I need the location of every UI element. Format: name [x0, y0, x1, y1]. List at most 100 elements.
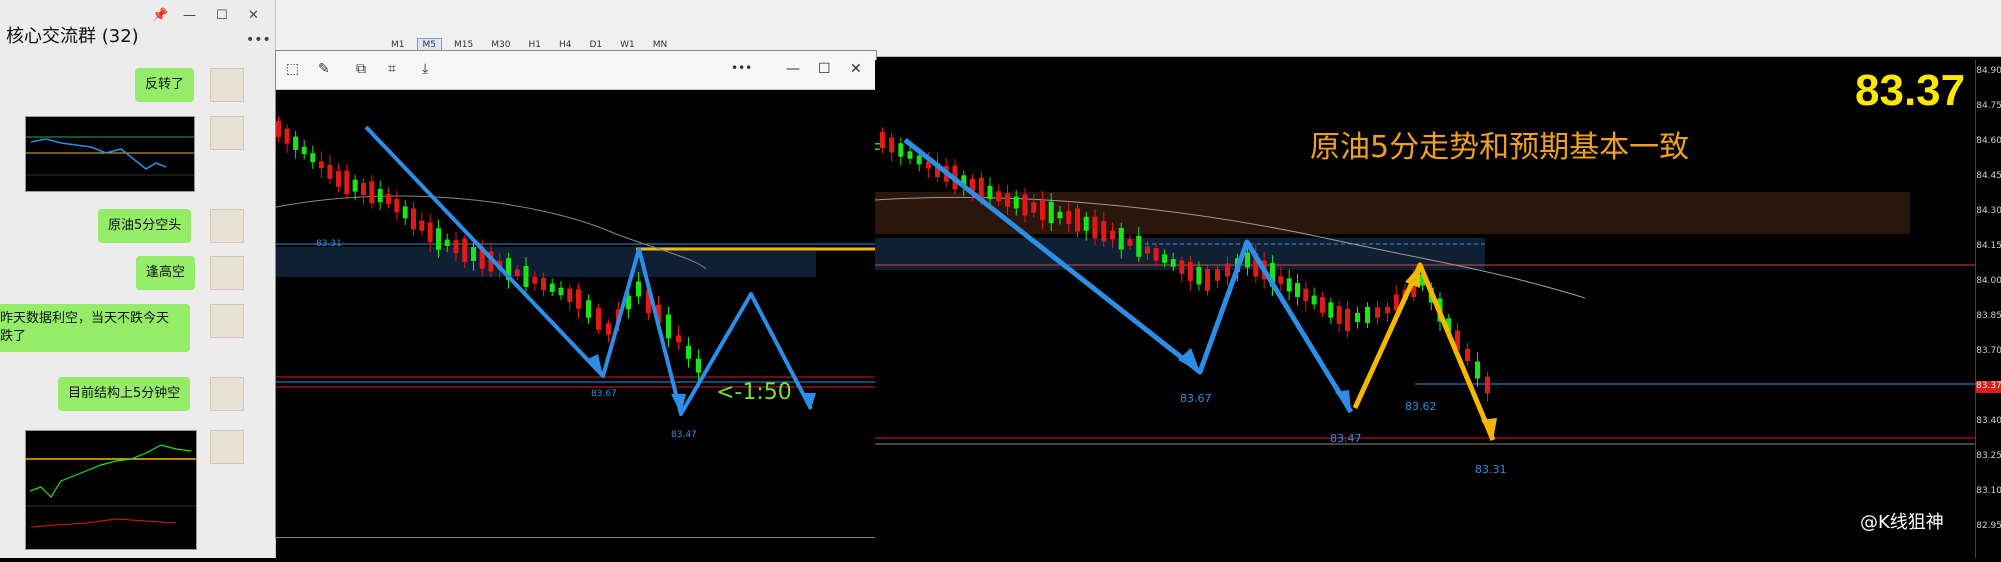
candle [1295, 283, 1300, 297]
candle [1127, 239, 1133, 246]
low-label: 83.47 [1330, 432, 1362, 445]
candle [344, 170, 350, 195]
candle [586, 300, 591, 318]
candle [377, 189, 383, 203]
avatar[interactable] [210, 116, 244, 150]
low-label: 83.31 [1475, 463, 1507, 476]
candle [1215, 269, 1220, 281]
close-button[interactable]: ✕ [248, 8, 259, 23]
axis-tick-label: 84.30 [1976, 206, 2001, 216]
price-axis[interactable]: 84.90 84.75 84.60 84.45 84.30 84.15 84.00 83.85… [1975, 60, 2001, 558]
chat-image[interactable] [25, 116, 195, 192]
avatar[interactable] [210, 377, 244, 411]
chat-image[interactable] [25, 430, 197, 550]
edit-icon[interactable]: ✎ [318, 61, 330, 77]
axis-tick-label: 84.00 [1976, 276, 2001, 286]
chart-thumbnail [26, 444, 196, 528]
candle [1092, 216, 1098, 239]
maximize-button[interactable]: ☐ [216, 8, 228, 23]
avatar[interactable] [210, 68, 244, 102]
candle [1048, 201, 1054, 224]
candle [1022, 194, 1028, 216]
candle [676, 335, 681, 343]
candle [1005, 193, 1010, 207]
axis-tick-label: 83.70 [1976, 346, 2001, 356]
snip-toolbar: ⬚ ✎ ⧉ ⌗ ⤓ ••• — ☐ ✕ [276, 51, 876, 90]
chat-message[interactable]: 昨天数据利空，当天不跌今天跌了 [0, 304, 190, 352]
candle [293, 136, 299, 150]
candle [369, 181, 375, 204]
candle [394, 198, 400, 213]
axis-tick-label: 83.10 [1976, 486, 2001, 496]
chat-more-button[interactable]: ••• [246, 32, 271, 48]
candle [1345, 308, 1350, 332]
chat-title: 核心交流群 (32) [6, 26, 139, 47]
left-tag: F [875, 140, 881, 161]
ocr-icon[interactable]: ⌗ [388, 61, 396, 77]
candle [1145, 246, 1150, 254]
candle [686, 345, 691, 359]
candle [462, 238, 468, 262]
candle [1225, 263, 1230, 277]
platform-toolbar: M1 M5 M15 M30 H1 H4 D1 W1 MN [275, 0, 2001, 57]
avatar[interactable] [210, 209, 244, 243]
axis-tick-label: 84.90 [1976, 66, 2001, 76]
candle [1066, 210, 1072, 225]
candle [1278, 276, 1284, 284]
candle [523, 266, 529, 287]
candle [1083, 216, 1089, 231]
candle [386, 193, 391, 205]
chat-message[interactable]: 反转了 [135, 68, 195, 102]
candle [558, 287, 564, 296]
crop-icon[interactable]: ⬚ [286, 61, 299, 77]
candle [1031, 202, 1037, 213]
candle [1040, 200, 1045, 220]
snip-more-button[interactable]: ••• [731, 61, 752, 75]
chat-message[interactable]: 原油5分空头 [98, 209, 192, 243]
snip-chart: 83.31 83.67 83.47 <-1:50 [276, 116, 876, 440]
candle [352, 179, 358, 192]
candle [471, 247, 476, 261]
current-price-marker: 83.37 [1976, 381, 2001, 393]
watermark: @K线狙神 [1860, 512, 1944, 533]
copy-icon[interactable]: ⧉ [356, 61, 366, 77]
avatar[interactable] [210, 304, 244, 338]
candle [1475, 361, 1480, 379]
candle [987, 185, 993, 200]
candle [444, 239, 450, 246]
candle [1075, 208, 1080, 232]
candle [310, 153, 316, 162]
annotation-text: 原油5分走势和预期基本一致 [1310, 130, 1690, 165]
candle [666, 314, 671, 339]
candle [696, 358, 701, 373]
candle [1375, 307, 1380, 318]
candle [327, 164, 333, 179]
projection-label: <-1:50 [716, 380, 792, 405]
snip-maximize-button[interactable]: ☐ [818, 61, 831, 77]
avatar[interactable] [210, 256, 244, 290]
pin-icon[interactable]: 📌 [152, 8, 168, 23]
candle [1136, 235, 1142, 257]
save-icon[interactable]: ⤓ [422, 61, 428, 77]
chat-message[interactable]: 目前结构上5分钟空 [58, 377, 191, 411]
candle [361, 182, 366, 196]
axis-tick-label: 82.95 [1976, 521, 2001, 531]
candle [567, 288, 573, 302]
chat-message[interactable]: 逢高空 [136, 256, 196, 290]
candle [1485, 376, 1490, 394]
price-display: 83.37 [1855, 66, 1966, 115]
snip-minimize-button[interactable]: — [786, 61, 800, 77]
candle [1286, 278, 1292, 292]
candle [541, 277, 546, 291]
candle [996, 191, 1002, 202]
candle [907, 151, 913, 159]
minimize-button[interactable]: — [183, 8, 196, 23]
candle [532, 276, 538, 284]
candle [276, 120, 281, 138]
candle [1336, 306, 1342, 324]
candle [1110, 230, 1115, 240]
avatar[interactable] [210, 430, 244, 464]
candle [1057, 211, 1063, 219]
candle [916, 155, 922, 165]
snip-close-button[interactable]: ✕ [850, 61, 862, 77]
